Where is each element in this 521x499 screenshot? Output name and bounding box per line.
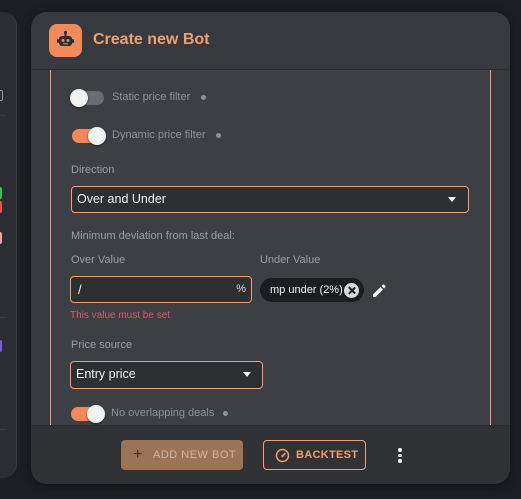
dynamic-price-filter-label: Dynamic price filter: [112, 129, 206, 141]
price-source-value: Entry price: [76, 367, 136, 381]
info-icon[interactable]: [201, 95, 206, 100]
over-value-label: Over Value: [71, 254, 126, 266]
create-bot-dialog: Create new Bot Static price filter Dynam…: [31, 12, 510, 484]
dialog-header: Create new Bot: [31, 12, 510, 70]
over-value-text: /: [78, 282, 82, 297]
divider: [0, 429, 6, 430]
no-overlapping-label: No overlapping deals: [111, 407, 215, 419]
static-price-filter-toggle[interactable]: [70, 89, 104, 107]
direction-select[interactable]: Over and Under: [71, 186, 469, 213]
divider: [0, 317, 6, 318]
pencil-icon[interactable]: [370, 281, 388, 299]
info-icon[interactable]: [216, 133, 221, 138]
info-icon[interactable]: [223, 411, 228, 416]
price-source-label: Price source: [71, 339, 133, 351]
under-value-chip-label: mp under (2%): [270, 284, 343, 296]
static-price-filter-label: Static price filter: [112, 91, 191, 103]
close-icon[interactable]: [344, 283, 359, 298]
backtest-button[interactable]: BACKTEST: [263, 440, 366, 470]
add-new-bot-button[interactable]: + ADD NEW BOT: [121, 440, 243, 470]
robot-icon: [49, 24, 82, 57]
more-options-icon[interactable]: [398, 448, 402, 464]
chevron-down-icon: [448, 197, 456, 202]
bg-badge: 25: [0, 201, 2, 213]
over-value-input[interactable]: / %: [70, 276, 252, 303]
dialog-footer: + ADD NEW BOT BACKTEST: [31, 425, 510, 484]
direction-label: Direction: [71, 164, 115, 176]
plus-icon: +: [133, 446, 143, 463]
divider: [0, 115, 6, 116]
no-overlapping-toggle[interactable]: [71, 405, 105, 423]
bg-badge: 7: [0, 340, 2, 352]
dialog-title: Create new Bot: [93, 31, 210, 48]
min-deviation-label: Minimum deviation from last deal:: [71, 230, 235, 242]
bg-badge: 25: [0, 187, 2, 199]
speedometer-icon: [275, 448, 290, 463]
percent-suffix: %: [236, 283, 246, 295]
add-new-bot-label: ADD NEW BOT: [153, 449, 237, 461]
camera-icon: [0, 90, 3, 101]
bg-badge: 48: [0, 232, 2, 244]
dynamic-price-filter-toggle[interactable]: [72, 127, 106, 145]
background-panel: 0 00 25 25 00 48 00 00 00 7 00 0 to: [0, 12, 17, 478]
over-value-error: This value must be set: [70, 310, 171, 321]
price-source-select[interactable]: Entry price: [70, 361, 263, 389]
under-value-label: Under Value: [260, 254, 321, 266]
direction-value: Over and Under: [77, 192, 166, 206]
under-value-chip[interactable]: mp under (2%): [260, 278, 364, 302]
backtest-label: BACKTEST: [296, 449, 359, 461]
chevron-down-icon: [243, 372, 251, 377]
